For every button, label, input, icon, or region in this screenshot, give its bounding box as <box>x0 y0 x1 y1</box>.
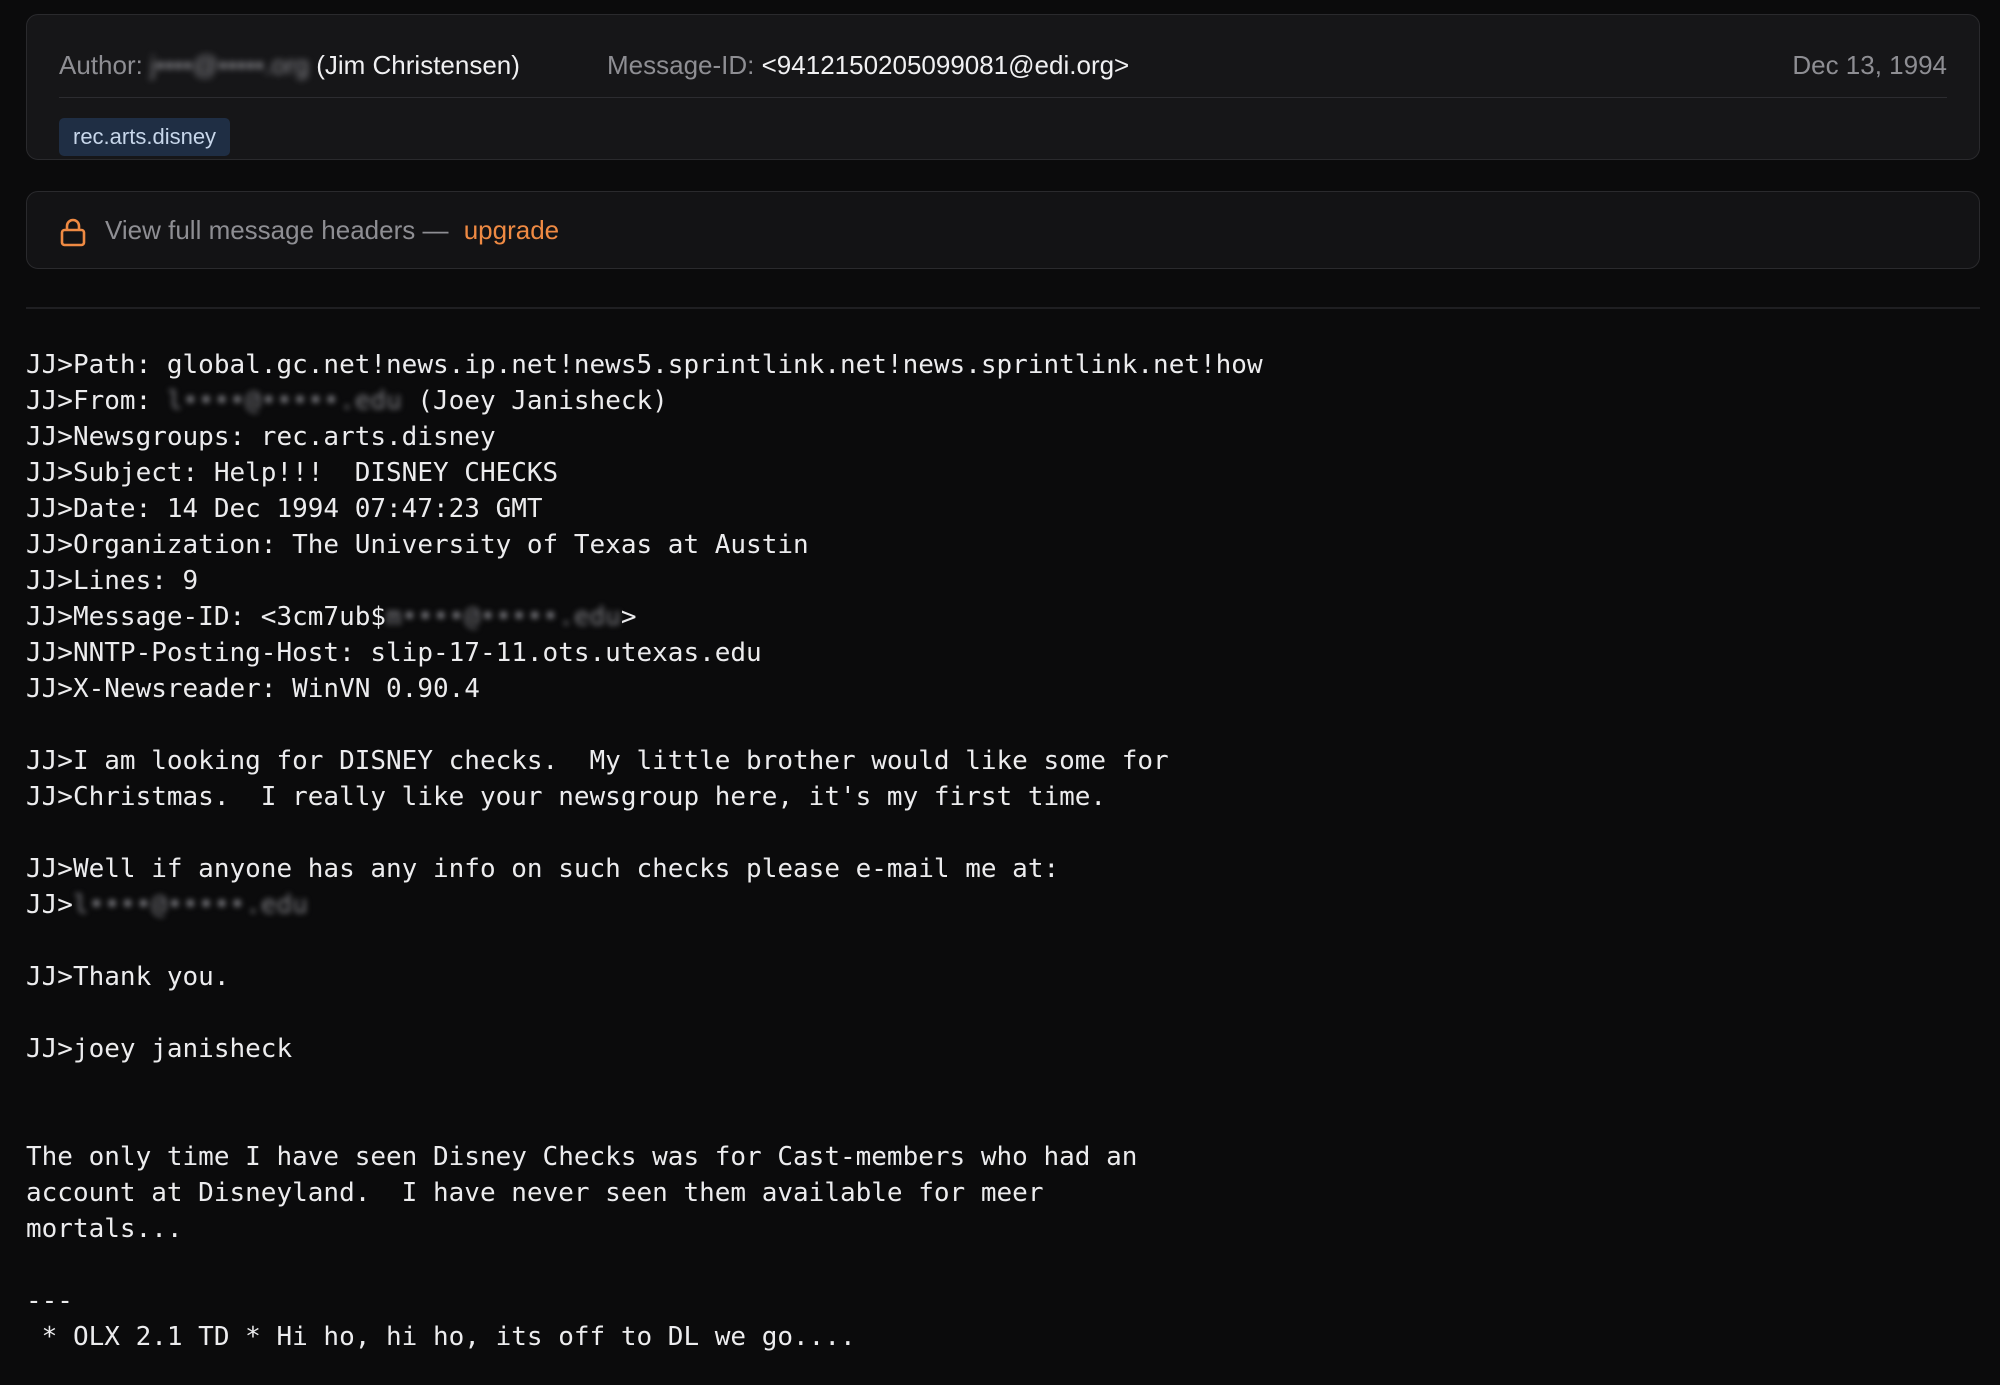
message-meta-card: Author: j••••@•••••.org (Jim Christensen… <box>26 14 1980 160</box>
quote-4-email-redacted: l••••@•••••.edu <box>72 890 308 920</box>
body-blank-line <box>26 923 1980 959</box>
newsgroup-tag[interactable]: rec.arts.disney <box>59 118 231 156</box>
author-email-redacted: j••••@•••••.org <box>150 50 309 80</box>
body-line-reply-3: mortals... <box>26 1214 183 1244</box>
body-line-quote-3: JJ>Well if anyone has any info on such c… <box>26 854 1060 884</box>
message-id-value: <9412150205099081@edi.org> <box>761 50 1130 80</box>
message-id-field: Message-ID: <9412150205099081@edi.org> <box>607 36 1129 94</box>
message-id-label: Message-ID: <box>607 50 755 80</box>
quote-4-prefix: JJ> <box>26 890 73 920</box>
body-line-quote-6: JJ>joey janisheck <box>26 1034 293 1064</box>
body-line-from: JJ>From: l••••@•••••.edu (Joey Janisheck… <box>26 383 1980 419</box>
signature-rule: --- <box>26 1286 73 1316</box>
full-headers-notice: View full message headers — upgrade <box>26 191 1980 269</box>
body-line-nntp-host: JJ>NNTP-Posting-Host: slip-17-11.ots.ute… <box>26 638 762 668</box>
headers-notice-text-wrap: View full message headers — upgrade <box>105 192 559 268</box>
body-line-subject: JJ>Subject: Help!!! DISNEY CHECKS <box>26 458 559 488</box>
body-blank-line <box>26 707 1980 743</box>
headers-notice-text: View full message headers — <box>105 215 449 245</box>
message-body: JJ>Path: global.gc.net!news.ip.net!news5… <box>26 347 1980 1355</box>
body-blank-line <box>26 1247 1980 1283</box>
section-divider <box>26 307 1980 309</box>
body-line-reply-1: The only time I have seen Disney Checks … <box>26 1142 1138 1172</box>
author-field: Author: j••••@•••••.org (Jim Christensen… <box>59 36 520 94</box>
body-line-quote-1: JJ>I am looking for DISNEY checks. My li… <box>26 746 1169 776</box>
body-line-path: JJ>Path: global.gc.net!news.ip.net!news5… <box>26 350 1263 380</box>
signature-line: * OLX 2.1 TD * Hi ho, hi ho, its off to … <box>26 1322 856 1352</box>
author-name: (Jim Christensen) <box>316 50 520 80</box>
meta-row: Author: j••••@•••••.org (Jim Christensen… <box>59 39 1947 98</box>
body-blank-line <box>26 1067 1980 1103</box>
post-date: Dec 13, 1994 <box>1792 50 1947 80</box>
body-blank-line <box>26 1103 1980 1139</box>
body-line-newsreader: JJ>X-Newsreader: WinVN 0.90.4 <box>26 674 480 704</box>
body-line-quote-5: JJ>Thank you. <box>26 962 230 992</box>
body-blank-line <box>26 815 1980 851</box>
msgid-prefix: JJ>Message-ID: <3cm7ub$ <box>26 602 387 632</box>
body-line-quote-2: JJ>Christmas. I really like your newsgro… <box>26 782 1107 812</box>
body-line-message-id: JJ>Message-ID: <3cm7ub$m••••@•••••.edu> <box>26 599 1980 635</box>
author-label: Author: <box>59 50 143 80</box>
body-line-quote-4: JJ>l••••@•••••.edu <box>26 887 1980 923</box>
upgrade-link[interactable]: upgrade <box>464 215 559 245</box>
body-line-date: JJ>Date: 14 Dec 1994 07:47:23 GMT <box>26 494 543 524</box>
from-suffix: (Joey Janisheck) <box>401 386 668 416</box>
lock-icon <box>60 218 86 247</box>
from-email-redacted: l••••@•••••.edu <box>166 386 402 416</box>
msgid-redacted: m••••@•••••.edu <box>386 602 621 632</box>
body-line-newsgroups: JJ>Newsgroups: rec.arts.disney <box>26 422 496 452</box>
body-blank-line <box>26 995 1980 1031</box>
body-line-lines: JJ>Lines: 9 <box>26 566 199 596</box>
from-prefix: JJ>From: <box>26 386 167 416</box>
body-line-reply-2: account at Disneyland. I have never seen… <box>26 1178 1044 1208</box>
body-line-organization: JJ>Organization: The University of Texas… <box>26 530 809 560</box>
msgid-suffix: > <box>620 602 637 632</box>
